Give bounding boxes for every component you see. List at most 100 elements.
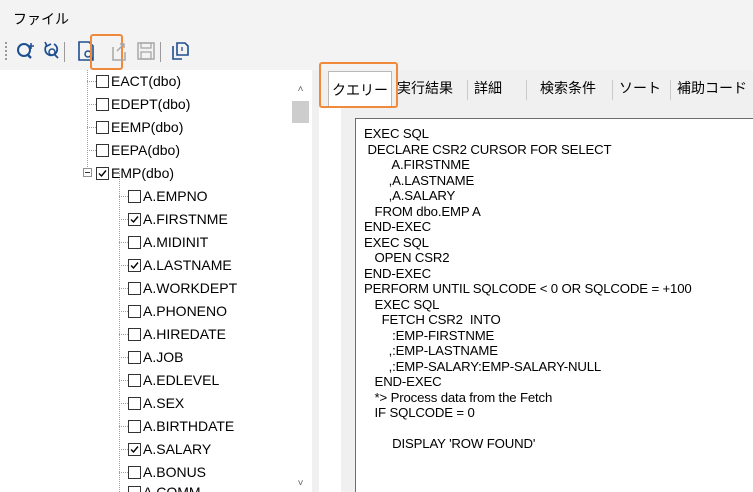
tree-item[interactable]: EDEPT(dbo): [96, 93, 190, 115]
tree-item-label: EEMP(dbo): [111, 119, 184, 135]
refresh-query-button[interactable]: [38, 36, 66, 66]
checkbox[interactable]: [128, 350, 141, 364]
tree-connector: [119, 311, 128, 312]
checkbox[interactable]: [128, 419, 141, 433]
checkbox[interactable]: [128, 396, 141, 410]
export-button[interactable]: [106, 36, 134, 66]
tab-details[interactable]: 詳細: [474, 72, 502, 104]
tree-item-label: EMP(dbo): [111, 165, 175, 181]
tree-item[interactable]: A.BIRTHDATE: [128, 415, 234, 437]
checkbox[interactable]: [128, 189, 141, 203]
tree-item[interactable]: EEPA(dbo): [96, 139, 180, 161]
copy-button[interactable]: [166, 36, 194, 66]
tab-separator: [526, 80, 527, 100]
tree-connector: [87, 127, 96, 128]
tree-item[interactable]: A.MIDINIT: [128, 231, 208, 253]
scroll-down-button[interactable]: ˅: [289, 474, 312, 492]
checkbox-checked[interactable]: [128, 442, 141, 456]
checkbox[interactable]: [128, 465, 141, 479]
tree-item-label: A.LASTNAME: [143, 257, 232, 273]
tree-connector: [119, 288, 128, 289]
tree-item[interactable]: EEMP(dbo): [96, 116, 183, 138]
chevron-up-icon: ˄: [297, 83, 304, 95]
query-editor[interactable]: EXEC SQL DECLARE CSR2 CURSOR FOR SELECT …: [355, 118, 753, 492]
add-query-button[interactable]: [12, 36, 40, 66]
menu-bar: ファイル: [0, 0, 753, 34]
checkbox[interactable]: [96, 143, 109, 157]
scroll-thumb[interactable]: [292, 101, 309, 123]
save-icon: [137, 42, 155, 60]
query-code: EXEC SQL DECLARE CSR2 CURSOR FOR SELECT …: [364, 126, 692, 451]
table-tree[interactable]: EACT(dbo) EDEPT(dbo) EEMP(dbo) EEPA(dbo)…: [56, 70, 312, 492]
tree-connector: [119, 403, 128, 404]
tree-item[interactable]: A.SEX: [128, 392, 184, 414]
tab-auxiliary-code[interactable]: 補助コード: [677, 72, 747, 104]
tree-connector: [87, 150, 96, 151]
toolbar-grip[interactable]: [5, 42, 7, 62]
checkbox-checked[interactable]: [96, 166, 109, 180]
add-query-icon: [17, 43, 34, 59]
checkbox[interactable]: [96, 74, 109, 88]
tab-separator: [467, 80, 468, 100]
tab-label: 検索条件: [540, 80, 596, 96]
checkbox[interactable]: [128, 281, 141, 295]
menu-file[interactable]: ファイル: [13, 9, 69, 29]
copy-icon: [172, 42, 189, 60]
tree-scrollbar[interactable]: ˄ ˅: [289, 70, 312, 492]
checkbox[interactable]: [128, 485, 141, 492]
checkbox[interactable]: [128, 327, 141, 341]
tree-item[interactable]: A.FIRSTNME: [128, 208, 228, 230]
tree-item[interactable]: A.BONUS: [128, 461, 206, 483]
tab-highlight-frame: [319, 62, 398, 108]
tree-item-emp[interactable]: EMP(dbo): [96, 162, 174, 184]
collapse-toggle[interactable]: [83, 168, 92, 177]
scroll-up-button[interactable]: ˄: [289, 80, 312, 98]
tab-search-conditions[interactable]: 検索条件: [540, 72, 596, 104]
checkbox[interactable]: [128, 235, 141, 249]
tree-item-label: A.COMM: [143, 484, 201, 492]
tree-item[interactable]: A.EDLEVEL: [128, 369, 219, 391]
tree-item[interactable]: A.WORKDEPT: [128, 277, 237, 299]
tree-item[interactable]: A.EMPNO: [128, 185, 208, 207]
tree-connector: [87, 81, 96, 82]
tree-item-label: A.SALARY: [143, 441, 212, 457]
tree-item[interactable]: A.JOB: [128, 346, 183, 368]
tree-item-label: A.JOB: [143, 349, 184, 365]
tree-item-label: A.EDLEVEL: [143, 372, 220, 388]
tree-connector: [119, 219, 128, 220]
tree-connector: [119, 380, 128, 381]
save-button[interactable]: [132, 36, 160, 66]
tree-item-label: A.HIREDATE: [143, 326, 226, 342]
tree-item-label: A.SEX: [143, 395, 185, 411]
tree-item[interactable]: A.SALARY: [128, 438, 211, 460]
tab-label: ソート: [619, 80, 661, 96]
pane-splitter[interactable]: [312, 70, 319, 492]
checkbox-checked[interactable]: [128, 212, 141, 226]
tree-item[interactable]: A.HIREDATE: [128, 323, 226, 345]
tree-connector: [119, 449, 128, 450]
tree-item[interactable]: EACT(dbo): [96, 70, 181, 92]
tree-item[interactable]: A.LASTNAME: [128, 254, 232, 276]
checkbox[interactable]: [96, 97, 109, 111]
tree-connector: [119, 334, 128, 335]
tree-item-label: A.FIRSTNME: [143, 211, 228, 227]
checkbox[interactable]: [128, 373, 141, 387]
refresh-query-icon: [44, 41, 59, 59]
tab-results[interactable]: 実行結果: [397, 72, 453, 104]
tree-guide-line: [87, 70, 88, 167]
tree-item[interactable]: A.COMM: [128, 481, 201, 492]
tree-connector: [119, 472, 128, 473]
tree-item-label: A.BONUS: [143, 464, 207, 480]
tree-connector: [119, 357, 128, 358]
chevron-down-icon: ˅: [297, 477, 304, 489]
checkbox-checked[interactable]: [128, 258, 141, 272]
tab-sort[interactable]: ソート: [619, 72, 661, 104]
checkbox[interactable]: [128, 304, 141, 318]
tree-item-label: A.WORKDEPT: [143, 280, 238, 296]
export-icon: [112, 43, 126, 61]
tree-connector: [119, 426, 128, 427]
tree-item[interactable]: A.PHONENO: [128, 300, 227, 322]
tree-item-label: EACT(dbo): [111, 73, 182, 89]
tab-label: 実行結果: [397, 80, 453, 96]
checkbox[interactable]: [96, 120, 109, 134]
